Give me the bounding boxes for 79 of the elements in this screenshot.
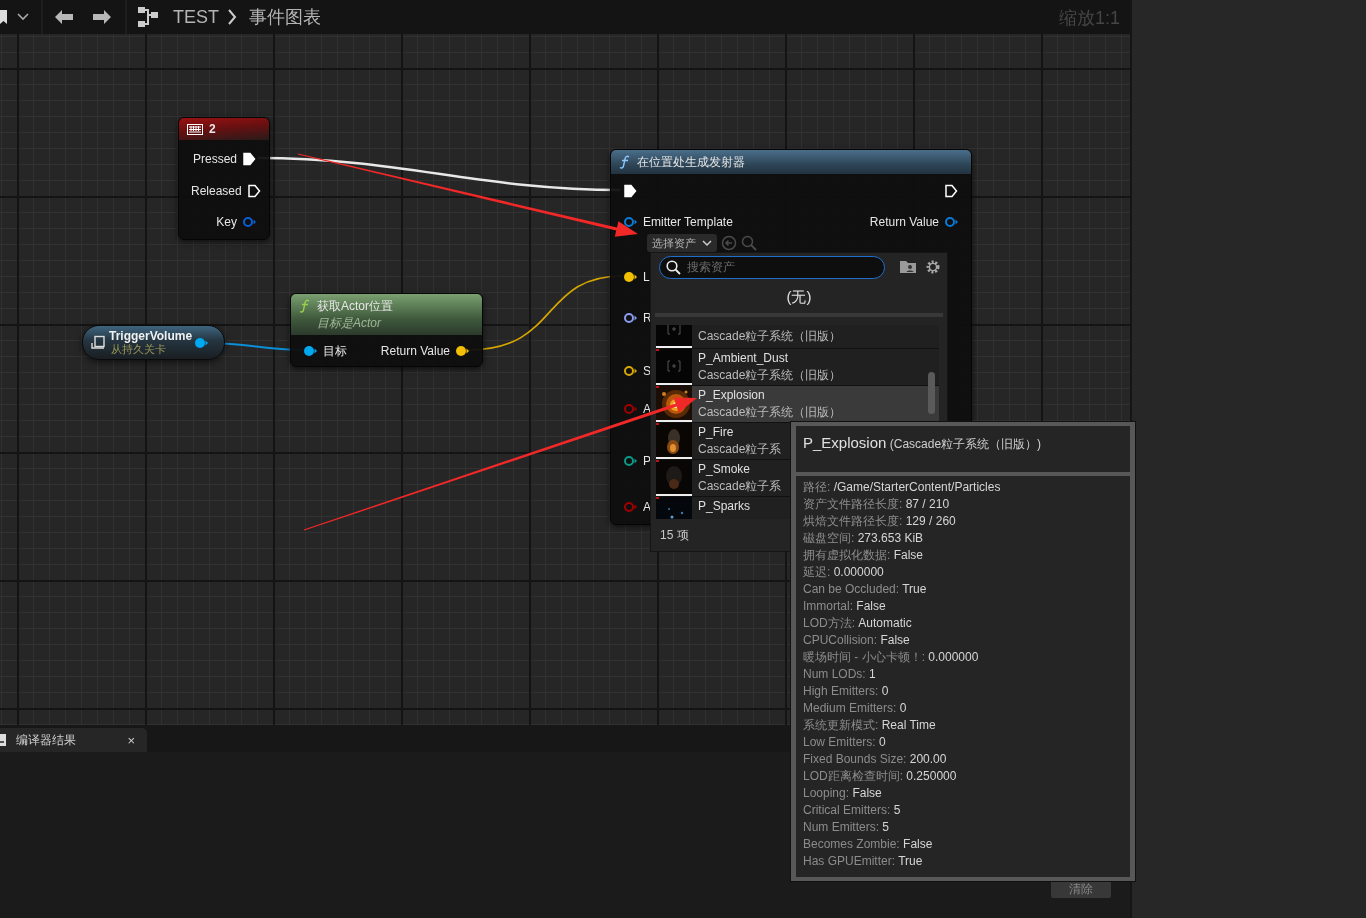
property-name: Has GPUEmitter: — [803, 854, 895, 868]
property-value: False — [852, 786, 882, 800]
property-value: True — [898, 854, 923, 868]
property-value: 1 — [869, 667, 876, 681]
property-value: False — [893, 548, 924, 562]
property-name: 路径: — [803, 480, 831, 494]
asset-name: P_Sparks — [698, 498, 751, 515]
property-name: Medium Emitters: — [803, 701, 897, 715]
pin-label: L — [643, 270, 650, 284]
property-name: High Emitters: — [803, 684, 879, 698]
pin-label: Key — [216, 214, 237, 229]
property-value: 0.250000 — [906, 769, 957, 783]
asset-name: P_Smoke — [698, 461, 752, 478]
property-value: Automatic — [858, 616, 912, 630]
property-name: Can be Occluded: — [803, 582, 900, 596]
property-name: Num Emitters: — [803, 820, 879, 834]
property-name: Becomes Zombie: — [803, 837, 900, 851]
property-name: Looping: — [803, 786, 850, 800]
property-name: 烘焙文件路径长度: — [803, 514, 903, 528]
property-name: 资产文件路径长度: — [803, 497, 903, 511]
pin-label: Emitter Template — [643, 215, 733, 229]
property-value: 87 / 210 — [905, 497, 950, 511]
dropdown-label: 选择资产 — [652, 235, 696, 251]
pin-label: Pressed — [192, 152, 237, 166]
property-name: 暖场时间 - 小心卡顿！: — [803, 650, 925, 664]
pin-label: S — [643, 364, 651, 378]
node-title: 2 — [209, 122, 216, 136]
property-name: Low Emitters: — [803, 735, 876, 749]
pin-label: Return Value — [869, 215, 939, 229]
property-value: Real Time — [881, 718, 936, 732]
property-value: 0 — [881, 684, 889, 698]
node-subtitle: 目标是Actor — [317, 314, 383, 332]
tab-label: 编译器结果 — [16, 731, 76, 749]
pin-label: A — [643, 500, 651, 514]
property-name: 系统更新模式: — [803, 718, 879, 732]
property-value: 5 — [893, 803, 901, 817]
node-title: TriggerVolume — [109, 329, 193, 343]
property-name: 磁盘空间: — [803, 531, 855, 545]
property-value: 5 — [882, 820, 890, 834]
pin-label: 目标 — [323, 342, 347, 360]
property-name: Fixed Bounds Size: — [803, 752, 907, 766]
property-name: Critical Emitters: — [803, 803, 891, 817]
property-value: False — [880, 633, 910, 647]
node-subtitle: 从持久关卡 — [111, 342, 166, 356]
property-value: 200.00 — [909, 752, 947, 766]
property-name: LOD距离检查时间: — [803, 769, 903, 783]
node-title: 获取Actor位置 — [317, 297, 393, 315]
property-value: False — [856, 599, 886, 613]
asset-name: P_Ambient_Dust — [698, 350, 790, 367]
asset-name: P_Fire — [698, 424, 735, 441]
pin-label: Released — [191, 184, 242, 198]
property-value: 0 — [899, 701, 907, 715]
item-count: 15 项 — [660, 526, 689, 544]
asset-type: (Cascade粒子系统（旧版）) — [889, 437, 1042, 451]
asset-type: Cascade粒子系 — [698, 478, 782, 495]
property-value: False — [903, 837, 933, 851]
property-value: 129 / 260 — [905, 514, 956, 528]
asset-type: Cascade粒子系 — [698, 441, 782, 458]
pin-label: A — [643, 402, 651, 416]
property-value: 273.653 KiB — [857, 531, 924, 545]
property-name: LOD方法: — [803, 616, 855, 630]
asset-type: Cascade粒子系统（旧版） — [698, 328, 842, 345]
property-name: 延迟: — [803, 565, 831, 579]
property-value: /Game/StarterContent/Particles — [833, 480, 1001, 494]
asset-type: Cascade粒子系统（旧版） — [698, 404, 842, 421]
property-value: 0.000000 — [928, 650, 979, 664]
pin-label: P — [643, 454, 651, 468]
asset-name: P_Explosion — [698, 387, 766, 404]
property-value: 0.000000 — [833, 565, 884, 579]
asset-type: Cascade粒子系统（旧版） — [698, 367, 842, 384]
asset-name: P_Explosion — [803, 434, 887, 451]
node-title: 在位置处生成发射器 — [637, 153, 745, 171]
property-name: Num LODs: — [803, 667, 866, 681]
property-name: 拥有虚拟化数据: — [803, 548, 891, 562]
property-value: 0 — [879, 735, 886, 749]
pin-label: Return Value — [380, 344, 450, 358]
property-value: True — [902, 582, 927, 596]
property-name: Immortal: — [803, 599, 853, 613]
property-name: CPUCollision: — [803, 633, 878, 647]
